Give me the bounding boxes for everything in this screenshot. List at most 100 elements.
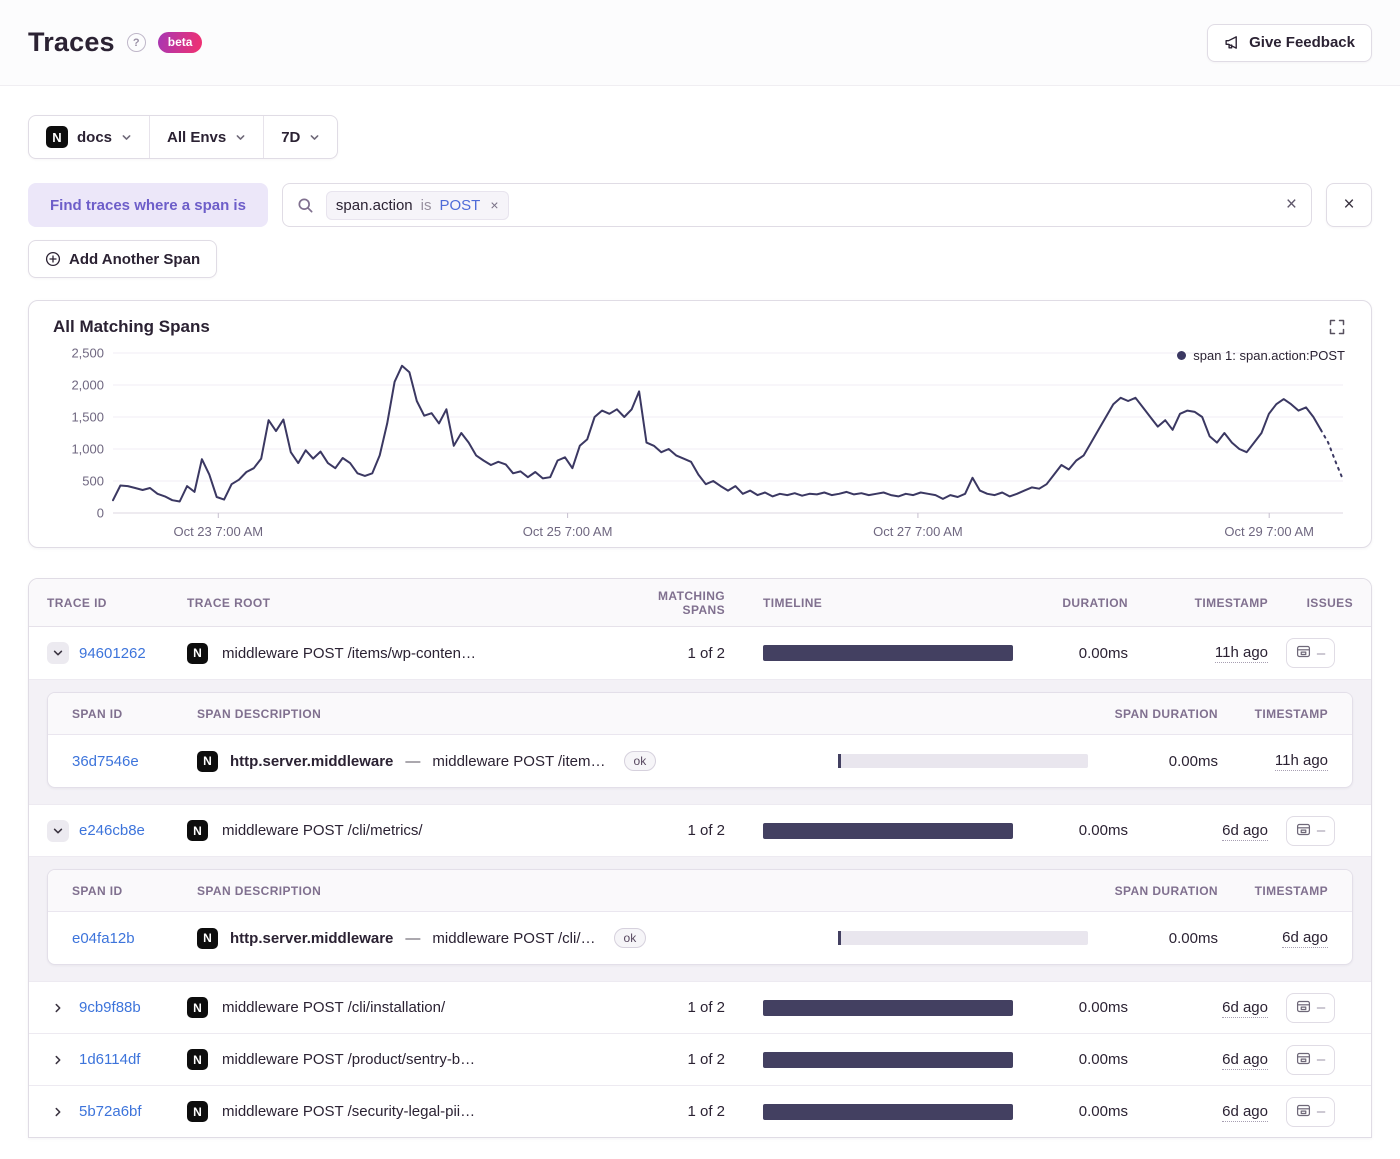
expand-row-button[interactable]: [47, 1101, 69, 1123]
project-filter[interactable]: N docs: [29, 116, 149, 158]
date-range-filter[interactable]: 7D: [263, 116, 337, 158]
span-row: 36d7546e Nhttp.server.middleware — middlewa…: [48, 735, 1352, 787]
plus-circle-icon: [45, 251, 61, 267]
svg-text:2,500: 2,500: [71, 346, 104, 361]
timeline-bar[interactable]: [763, 999, 1013, 1016]
traces-table-body: 94601262 Nmiddleware POST /items/wp-conte…: [29, 627, 1371, 1137]
span-status-badge: ok: [623, 751, 657, 771]
trace-root-cell: Nmiddleware POST /cli/metrics/: [187, 820, 613, 841]
issues-icon: [1296, 999, 1311, 1017]
issues-button[interactable]: –: [1285, 815, 1336, 846]
col-span-timestamp: TIMESTAMP: [1254, 883, 1328, 898]
span-separator: —: [405, 929, 421, 947]
timeline-bar[interactable]: [763, 1051, 1013, 1068]
remove-span-filter-button[interactable]: ×: [1326, 183, 1372, 227]
trace-id-link[interactable]: e246cb8e: [79, 822, 145, 839]
add-another-span-label: Add Another Span: [69, 250, 201, 268]
timeline-bar[interactable]: [763, 645, 1013, 661]
no-issues-dash: –: [1316, 644, 1326, 662]
collapse-row-button[interactable]: [47, 819, 69, 842]
timestamp-cell: 6d ago: [1128, 998, 1268, 1018]
col-span-description: SPAN DESCRIPTION: [197, 883, 322, 898]
issues-cell: –: [1268, 1044, 1353, 1075]
trace-id-link[interactable]: 5b72a6bf: [79, 1103, 142, 1120]
span-timestamp-value[interactable]: 6d ago: [1282, 929, 1328, 948]
timeline-bar[interactable]: [763, 822, 1013, 839]
span-description-label: middleware POST /cli/…: [432, 929, 596, 947]
table-row: 9cb9f88b Nmiddleware POST /cli/installati…: [29, 981, 1371, 1033]
expand-row-button[interactable]: [47, 997, 69, 1019]
trace-id-cell: 5b72a6bf: [47, 1101, 187, 1123]
legend-dot: [1177, 351, 1187, 360]
issues-button[interactable]: –: [1285, 1044, 1336, 1075]
expand-row-button[interactable]: [47, 1049, 69, 1071]
add-another-span-button[interactable]: Add Another Span: [28, 240, 218, 278]
give-feedback-button[interactable]: Give Feedback: [1207, 23, 1372, 62]
span-id-link[interactable]: e04fa12b: [72, 930, 197, 947]
chevron-down-icon: [122, 134, 131, 140]
remove-token-icon[interactable]: ×: [490, 197, 498, 213]
issues-icon: [1296, 1103, 1311, 1121]
page-header: Traces ? beta Give Feedback: [0, 0, 1400, 86]
timestamp-value[interactable]: 11h ago: [1214, 644, 1268, 663]
issues-button[interactable]: –: [1285, 638, 1336, 668]
trace-id-link[interactable]: 9cb9f88b: [79, 999, 141, 1016]
timestamp-cell: 11h ago: [1128, 644, 1268, 663]
span-separator: —: [405, 752, 421, 770]
timeline-bar[interactable]: [763, 1103, 1013, 1120]
col-span-duration: SPAN DURATION: [1114, 706, 1218, 721]
clear-search-icon[interactable]: ×: [1286, 194, 1297, 216]
span-timeline-track[interactable]: [838, 931, 1088, 945]
trace-id-link[interactable]: 1d6114df: [79, 1051, 140, 1068]
svg-text:Oct 29 7:00 AM: Oct 29 7:00 AM: [1224, 524, 1314, 539]
span-description-cell: Nhttp.server.middleware — middleware POST …: [197, 927, 838, 949]
matching-spans-count: 1 of 2: [687, 644, 725, 662]
timestamp-cell: 6d ago: [1128, 821, 1268, 841]
chevron-down-icon: [236, 134, 245, 140]
all-matching-spans-chart: All Matching Spans span 1: span.action:P…: [28, 300, 1372, 548]
fullscreen-icon[interactable]: [1329, 319, 1345, 340]
span-timestamp-cell: 11h ago: [1218, 752, 1328, 771]
token-key: span.action: [335, 196, 413, 214]
svg-text:2,000: 2,000: [71, 378, 104, 393]
timestamp-cell: 6d ago: [1128, 1102, 1268, 1122]
timestamp-value[interactable]: 6d ago: [1222, 1102, 1268, 1122]
table-row: 5b72a6bf Nmiddleware POST /security-legal…: [29, 1085, 1371, 1137]
matching-spans-count: 1 of 2: [687, 1051, 725, 1068]
timestamp-value[interactable]: 6d ago: [1222, 998, 1268, 1018]
timeline-cell: [743, 1051, 1028, 1068]
issues-button[interactable]: –: [1285, 1096, 1336, 1127]
collapse-row-button[interactable]: [47, 642, 69, 664]
span-timeline-track[interactable]: [838, 754, 1088, 768]
col-span-timestamp: TIMESTAMP: [1254, 706, 1328, 721]
span-timeline-cell: [838, 931, 1088, 945]
span-search-input[interactable]: span.action is POST × ×: [281, 183, 1312, 227]
issues-button[interactable]: –: [1285, 992, 1336, 1023]
spans-chart-svg[interactable]: 0 500 1,000 1,500 2,000 2,500 Oct 23 7:00 AM Oc…: [53, 339, 1349, 539]
timestamp-value[interactable]: 6d ago: [1222, 1050, 1268, 1070]
issues-cell: –: [1268, 992, 1353, 1023]
page-title: Traces: [28, 27, 115, 57]
timestamp-value[interactable]: 6d ago: [1222, 821, 1268, 841]
trace-root-label: middleware POST /cli/metrics/: [222, 822, 423, 839]
span-timeline-marker: [838, 931, 841, 945]
trace-id-link[interactable]: 94601262: [79, 645, 146, 662]
svg-text:1,500: 1,500: [71, 410, 104, 425]
nextjs-logo-icon: N: [187, 997, 208, 1018]
chart-title: All Matching Spans: [53, 317, 210, 336]
give-feedback-label: Give Feedback: [1249, 34, 1355, 51]
trace-root-cell: Nmiddleware POST /security-legal-pii…: [187, 1101, 613, 1122]
environment-filter[interactable]: All Envs: [149, 116, 263, 158]
col-trace-root: TRACE ROOT: [187, 595, 271, 610]
span-condition-label: Find traces where a span is: [28, 183, 268, 227]
span-timeline-marker: [838, 754, 841, 768]
search-token[interactable]: span.action is POST ×: [325, 190, 509, 220]
trace-id-cell: e246cb8e: [47, 819, 187, 842]
trace-root-cell: Nmiddleware POST /cli/installation/: [187, 997, 613, 1018]
span-duration-value: 0.00ms: [1168, 929, 1218, 947]
span-timestamp-value[interactable]: 11h ago: [1274, 752, 1328, 771]
svg-text:1,000: 1,000: [71, 442, 104, 457]
help-icon[interactable]: ?: [126, 33, 146, 52]
span-id-link[interactable]: 36d7546e: [72, 753, 197, 770]
timestamp-cell: 6d ago: [1128, 1050, 1268, 1070]
